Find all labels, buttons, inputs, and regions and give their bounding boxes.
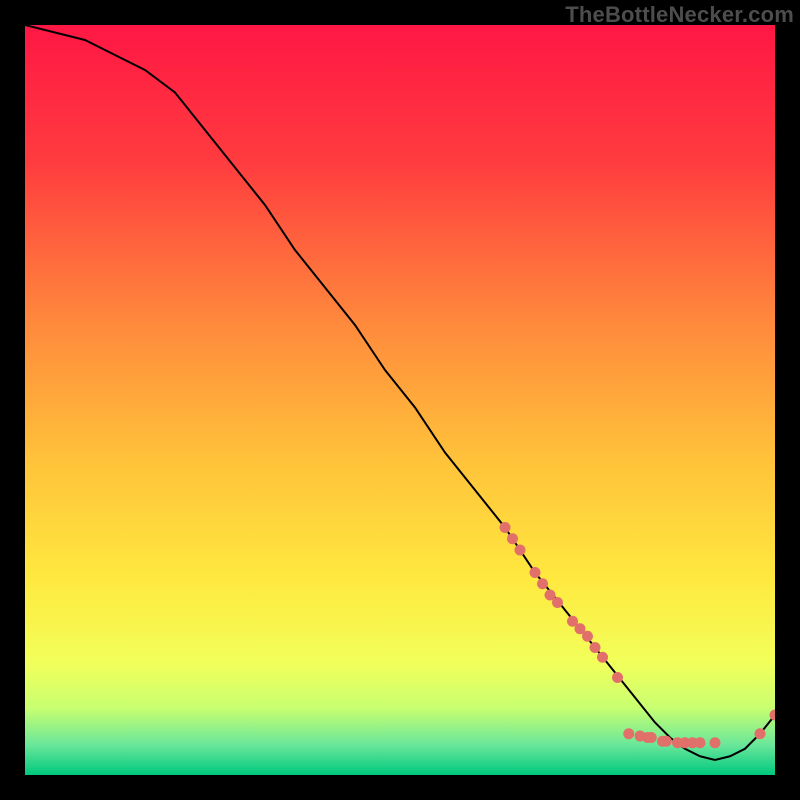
- marker-point: [695, 737, 706, 748]
- marker-point: [623, 728, 634, 739]
- marker-point: [612, 672, 623, 683]
- marker-point: [500, 522, 511, 533]
- marker-point: [530, 567, 541, 578]
- plot-background: [25, 25, 775, 775]
- marker-point: [515, 545, 526, 556]
- bottleneck-plot: [25, 25, 775, 775]
- marker-point: [507, 533, 518, 544]
- marker-point: [537, 578, 548, 589]
- marker-point: [755, 728, 766, 739]
- marker-point: [582, 631, 593, 642]
- marker-point: [552, 597, 563, 608]
- marker-point: [590, 642, 601, 653]
- chart-canvas: TheBottleNecker.com: [0, 0, 800, 800]
- marker-point: [646, 732, 657, 743]
- marker-point: [597, 652, 608, 663]
- marker-point: [710, 737, 721, 748]
- marker-point: [661, 736, 672, 747]
